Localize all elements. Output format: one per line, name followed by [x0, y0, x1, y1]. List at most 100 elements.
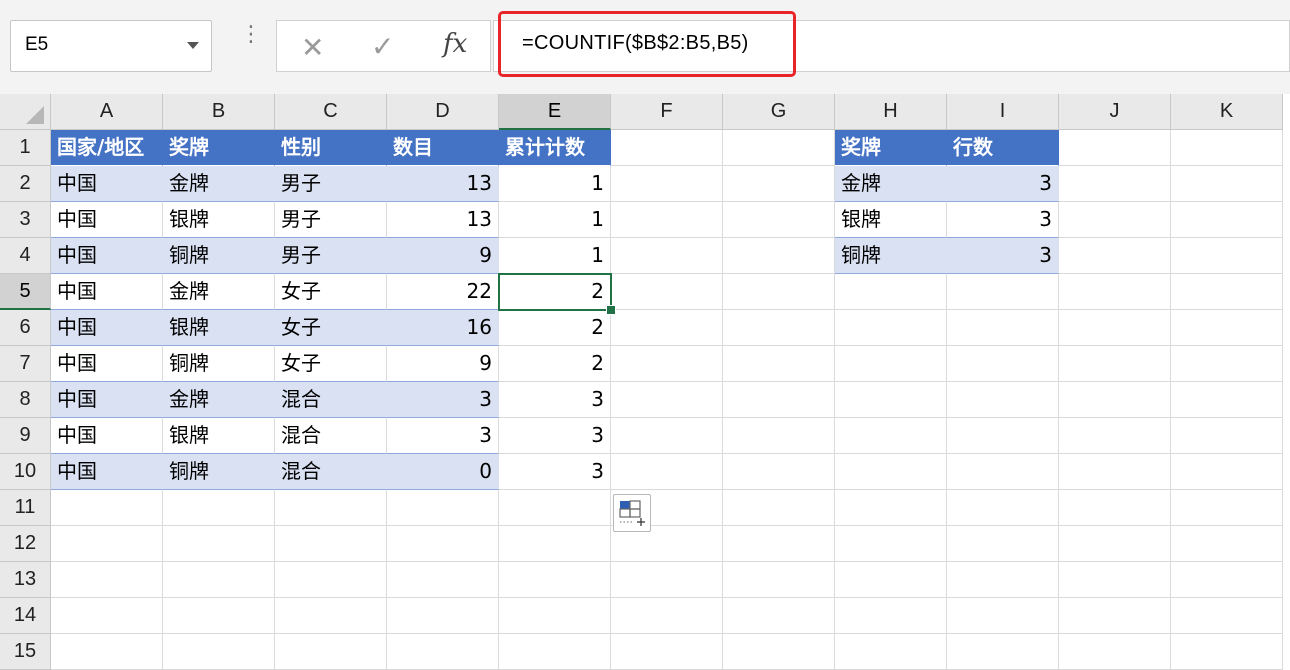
cell-i14[interactable]	[947, 598, 1059, 634]
row-header-15[interactable]: 15	[0, 634, 51, 670]
cell-e3[interactable]: 1	[499, 202, 611, 238]
cell-c8[interactable]: 混合	[275, 382, 387, 418]
cell-i7[interactable]	[947, 346, 1059, 382]
cell-a7[interactable]: 中国	[51, 346, 163, 382]
cell-e4[interactable]: 1	[499, 238, 611, 274]
cell-k5[interactable]	[1171, 274, 1283, 310]
cell-g2[interactable]	[723, 166, 835, 202]
cell-e5[interactable]: 2	[499, 274, 611, 310]
column-header-g[interactable]: G	[723, 94, 835, 130]
cell-e1[interactable]: 累计计数	[499, 130, 611, 166]
row-header-6[interactable]: 6	[0, 310, 51, 346]
cell-d1[interactable]: 数目	[387, 130, 499, 166]
cell-i10[interactable]	[947, 454, 1059, 490]
cell-c4[interactable]: 男子	[275, 238, 387, 274]
cell-h9[interactable]	[835, 418, 947, 454]
cell-d14[interactable]	[387, 598, 499, 634]
cell-k1[interactable]	[1171, 130, 1283, 166]
cell-k8[interactable]	[1171, 382, 1283, 418]
cell-k3[interactable]	[1171, 202, 1283, 238]
cell-h7[interactable]	[835, 346, 947, 382]
cell-a13[interactable]	[51, 562, 163, 598]
cell-b12[interactable]	[163, 526, 275, 562]
row-header-9[interactable]: 9	[0, 418, 51, 454]
cell-b8[interactable]: 金牌	[163, 382, 275, 418]
cell-a8[interactable]: 中国	[51, 382, 163, 418]
cell-e15[interactable]	[499, 634, 611, 670]
cell-i13[interactable]	[947, 562, 1059, 598]
cell-e12[interactable]	[499, 526, 611, 562]
cell-b3[interactable]: 银牌	[163, 202, 275, 238]
cell-k15[interactable]	[1171, 634, 1283, 670]
column-header-h[interactable]: H	[835, 94, 947, 130]
cell-a11[interactable]	[51, 490, 163, 526]
cell-e14[interactable]	[499, 598, 611, 634]
cell-f2[interactable]	[611, 166, 723, 202]
cell-a15[interactable]	[51, 634, 163, 670]
cell-h11[interactable]	[835, 490, 947, 526]
cell-h14[interactable]	[835, 598, 947, 634]
cell-h15[interactable]	[835, 634, 947, 670]
cell-d15[interactable]	[387, 634, 499, 670]
column-header-b[interactable]: B	[163, 94, 275, 130]
cell-f15[interactable]	[611, 634, 723, 670]
cell-j7[interactable]	[1059, 346, 1171, 382]
cell-h8[interactable]	[835, 382, 947, 418]
cell-f1[interactable]	[611, 130, 723, 166]
cell-h4[interactable]: 铜牌	[835, 238, 947, 274]
cell-g1[interactable]	[723, 130, 835, 166]
cell-g15[interactable]	[723, 634, 835, 670]
cell-h5[interactable]	[835, 274, 947, 310]
cell-e6[interactable]: 2	[499, 310, 611, 346]
cell-b2[interactable]: 金牌	[163, 166, 275, 202]
cell-b13[interactable]	[163, 562, 275, 598]
row-header-7[interactable]: 7	[0, 346, 51, 382]
cell-h10[interactable]	[835, 454, 947, 490]
cell-c11[interactable]	[275, 490, 387, 526]
cell-j1[interactable]	[1059, 130, 1171, 166]
cell-i3[interactable]: 3	[947, 202, 1059, 238]
cell-g12[interactable]	[723, 526, 835, 562]
cell-d10[interactable]: 0	[387, 454, 499, 490]
column-header-k[interactable]: K	[1171, 94, 1283, 130]
spreadsheet-grid[interactable]: ABCDEFGHIJK 1 2 3 4 5 6 7 8 9 10 11 12 13 14 15 国家/地区奖…	[0, 94, 1290, 670]
cell-e13[interactable]	[499, 562, 611, 598]
cell-d7[interactable]: 9	[387, 346, 499, 382]
row-header-11[interactable]: 11	[0, 490, 51, 526]
column-header-d[interactable]: D	[387, 94, 499, 130]
chevron-down-icon[interactable]	[187, 42, 199, 49]
cell-i1[interactable]: 行数	[947, 130, 1059, 166]
cell-c2[interactable]: 男子	[275, 166, 387, 202]
cell-a9[interactable]: 中国	[51, 418, 163, 454]
cell-b14[interactable]	[163, 598, 275, 634]
cell-i9[interactable]	[947, 418, 1059, 454]
cell-i12[interactable]	[947, 526, 1059, 562]
cell-h3[interactable]: 银牌	[835, 202, 947, 238]
column-header-e[interactable]: E	[499, 94, 611, 130]
cell-f10[interactable]	[611, 454, 723, 490]
cell-g10[interactable]	[723, 454, 835, 490]
cell-d8[interactable]: 3	[387, 382, 499, 418]
cell-k7[interactable]	[1171, 346, 1283, 382]
cell-j13[interactable]	[1059, 562, 1171, 598]
select-all-button[interactable]	[0, 94, 51, 130]
cell-f8[interactable]	[611, 382, 723, 418]
cell-h12[interactable]	[835, 526, 947, 562]
cell-j4[interactable]	[1059, 238, 1171, 274]
cell-k11[interactable]	[1171, 490, 1283, 526]
cell-b7[interactable]: 铜牌	[163, 346, 275, 382]
cell-g7[interactable]	[723, 346, 835, 382]
row-header-14[interactable]: 14	[0, 598, 51, 634]
cell-f13[interactable]	[611, 562, 723, 598]
cell-i15[interactable]	[947, 634, 1059, 670]
cell-g11[interactable]	[723, 490, 835, 526]
cell-j2[interactable]	[1059, 166, 1171, 202]
cell-d3[interactable]: 13	[387, 202, 499, 238]
cell-e8[interactable]: 3	[499, 382, 611, 418]
name-box[interactable]: E5	[10, 20, 212, 72]
cell-f4[interactable]	[611, 238, 723, 274]
insert-function-icon[interactable]: fx	[443, 29, 467, 59]
cell-g14[interactable]	[723, 598, 835, 634]
cell-a1[interactable]: 国家/地区	[51, 130, 163, 166]
cell-j6[interactable]	[1059, 310, 1171, 346]
